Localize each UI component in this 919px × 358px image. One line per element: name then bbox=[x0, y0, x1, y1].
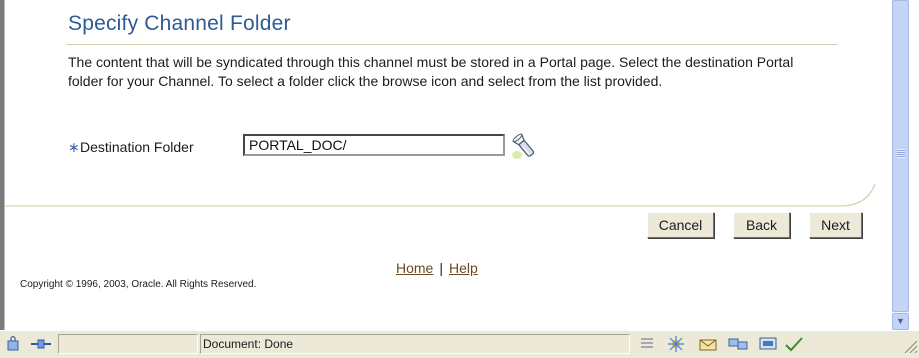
copyright-text: Copyright © 1996, 2003, Oracle. All Righ… bbox=[20, 279, 257, 290]
vertical-scrollbar[interactable]: ▼ bbox=[892, 0, 909, 330]
section-divider bbox=[5, 183, 876, 207]
required-indicator: ∗ bbox=[68, 139, 80, 155]
next-button[interactable]: Next bbox=[809, 212, 862, 238]
network-icon[interactable] bbox=[727, 335, 749, 353]
status-bar: Document: Done bbox=[0, 330, 919, 358]
footer-links: Home | Help bbox=[396, 260, 478, 276]
pen-check-icon[interactable] bbox=[783, 335, 805, 353]
burst-icon[interactable] bbox=[665, 335, 687, 353]
mail-icon[interactable] bbox=[697, 335, 719, 353]
back-button[interactable]: Back bbox=[733, 212, 790, 238]
destination-folder-input[interactable] bbox=[243, 134, 505, 156]
destination-folder-label: Destination Folder bbox=[80, 139, 194, 155]
scrollbar-thumb[interactable] bbox=[892, 0, 909, 312]
status-panel-blank bbox=[58, 334, 198, 354]
status-text: Document: Done bbox=[203, 337, 294, 351]
connection-plug-icon bbox=[31, 339, 51, 349]
list-icon bbox=[641, 338, 653, 348]
display-icon[interactable] bbox=[757, 335, 779, 353]
page-content: Specify Channel Folder The content that … bbox=[5, 0, 892, 330]
window-right-edge bbox=[909, 0, 919, 330]
home-link[interactable]: Home bbox=[396, 260, 433, 276]
help-link[interactable]: Help bbox=[449, 260, 478, 276]
scrollbar-grip-icon bbox=[897, 149, 905, 158]
page-security-icon bbox=[7, 335, 19, 351]
scroll-down-button[interactable]: ▼ bbox=[892, 313, 909, 330]
resize-grip-icon[interactable] bbox=[897, 335, 919, 353]
flashlight-browse-icon[interactable] bbox=[510, 131, 540, 161]
footer-separator: | bbox=[439, 260, 443, 276]
cancel-button[interactable]: Cancel bbox=[647, 212, 714, 238]
instructions-text: The content that will be syndicated thro… bbox=[68, 54, 794, 89]
title-divider bbox=[66, 44, 838, 45]
page-title: Specify Channel Folder bbox=[68, 12, 291, 35]
